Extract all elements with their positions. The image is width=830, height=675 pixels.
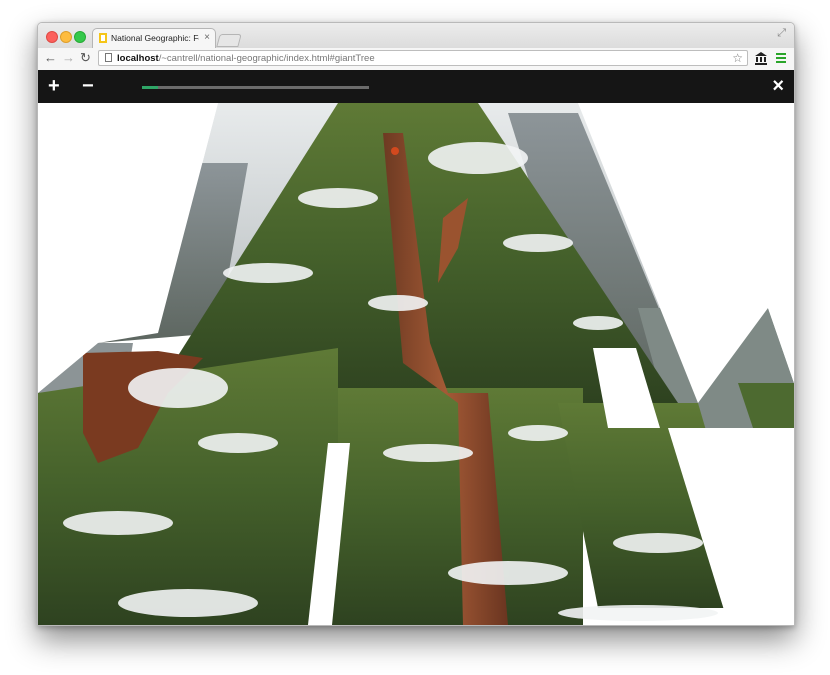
- back-button[interactable]: ←: [44, 50, 57, 66]
- giant-tree-photo: [38, 103, 794, 625]
- url-path: /~cantrell/national-geographic/index.htm…: [158, 53, 375, 64]
- title-bar: National Geographic: Fore × ⤢: [38, 23, 794, 48]
- browser-window: National Geographic: Fore × ⤢ ← → ↻ loca…: [37, 22, 795, 626]
- close-viewer-button[interactable]: ×: [772, 76, 784, 96]
- app-control-bar: + − ×: [38, 70, 794, 103]
- minimize-window-button[interactable]: [60, 31, 72, 43]
- museum-extension-icon[interactable]: [754, 51, 768, 65]
- natgeo-favicon-icon: [99, 33, 107, 43]
- tab-title: National Geographic: Fore: [111, 33, 199, 43]
- close-window-button[interactable]: [46, 31, 58, 43]
- page-icon: [105, 53, 112, 62]
- loading-progress-fill: [142, 86, 158, 89]
- zoom-in-button[interactable]: +: [48, 76, 60, 96]
- address-bar[interactable]: localhost/~cantrell/national-geographic/…: [98, 50, 748, 66]
- new-tab-button[interactable]: [216, 34, 242, 47]
- bookmark-star-icon[interactable]: ☆: [732, 51, 743, 65]
- url-text: localhost/~cantrell/national-geographic/…: [117, 52, 375, 65]
- zoom-window-button[interactable]: [74, 31, 86, 43]
- forward-button[interactable]: →: [62, 50, 75, 66]
- reload-button[interactable]: ↻: [80, 50, 91, 66]
- url-host: localhost: [117, 53, 159, 64]
- browser-toolbar: ← → ↻ localhost/~cantrell/national-geogr…: [38, 48, 794, 71]
- climber-helmet: [391, 147, 399, 155]
- chrome-menu-icon[interactable]: [776, 53, 786, 63]
- browser-tab[interactable]: National Geographic: Fore ×: [92, 28, 216, 48]
- giant-tree-photo-stage[interactable]: [38, 103, 794, 625]
- fullscreen-icon[interactable]: ⤢: [777, 27, 786, 40]
- zoom-out-button[interactable]: −: [82, 76, 94, 96]
- tab-close-icon[interactable]: ×: [204, 32, 210, 43]
- loading-progress-bar: [142, 86, 369, 89]
